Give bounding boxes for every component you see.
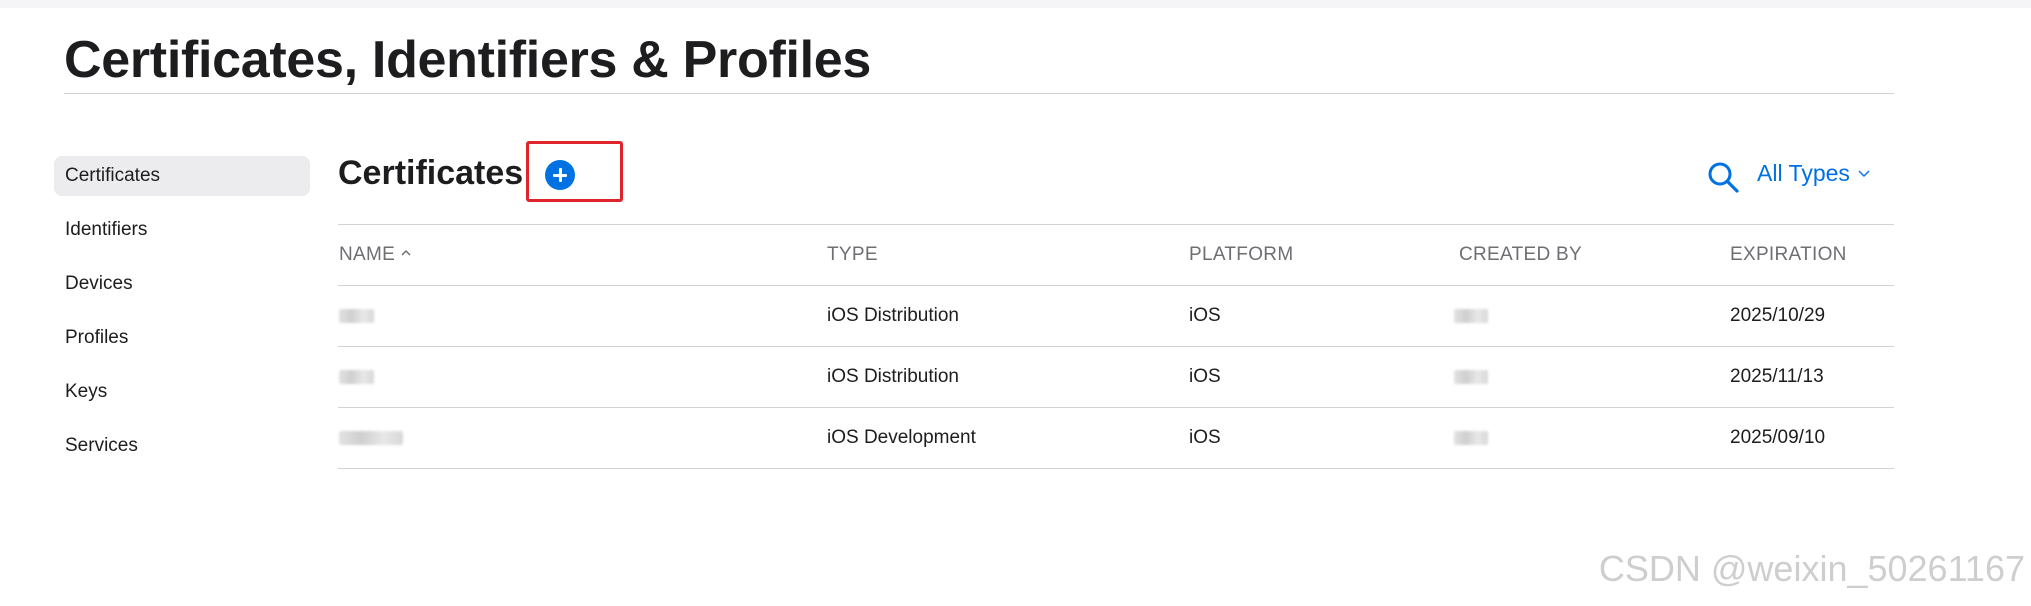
watermark: CSDN @weixin_50261167 — [1598, 548, 2025, 589]
certificate-created-by — [1454, 286, 1488, 346]
table-row[interactable]: iOS Distribution iOS 2025/10/29 — [338, 286, 1894, 347]
title-divider — [64, 93, 1894, 94]
certificate-type: iOS Development — [827, 427, 976, 448]
certificate-type: iOS Distribution — [827, 305, 959, 326]
sidebar: Certificates Identifiers Devices Profile… — [54, 156, 310, 480]
type-filter-label: All Types — [1757, 159, 1850, 186]
sidebar-item-keys[interactable]: Keys — [54, 372, 310, 412]
certificate-name — [339, 347, 374, 407]
column-header-expiration[interactable]: EXPIRATION — [1730, 225, 1847, 285]
sidebar-item-profiles[interactable]: Profiles — [54, 318, 310, 358]
column-header-platform[interactable]: PLATFORM — [1189, 225, 1293, 285]
sidebar-item-identifiers[interactable]: Identifiers — [54, 210, 310, 250]
redacted-text — [1454, 430, 1488, 445]
chevron-up-icon — [401, 250, 411, 257]
certificate-created-by — [1454, 347, 1488, 407]
certificate-name — [339, 286, 374, 346]
certificate-platform: iOS — [1189, 305, 1221, 326]
column-header-created-by[interactable]: CREATED BY — [1459, 225, 1582, 285]
table-header-row: NAME TYPE PLATFORM CREATED BY EXPIRATION — [338, 225, 1894, 286]
search-icon[interactable] — [1706, 160, 1740, 194]
sidebar-item-certificates[interactable]: Certificates — [54, 156, 310, 196]
certificate-expiration: 2025/10/29 — [1730, 305, 1826, 326]
certificate-created-by — [1454, 408, 1488, 468]
column-header-name[interactable]: NAME — [339, 225, 411, 285]
chevron-down-icon — [1858, 170, 1870, 177]
type-filter-dropdown[interactable]: All Types — [1757, 156, 1870, 190]
certificate-platform: iOS — [1189, 366, 1221, 387]
certificate-expiration: 2025/09/10 — [1730, 427, 1826, 448]
table-row[interactable]: iOS Distribution iOS 2025/11/13 — [338, 347, 1894, 408]
section-title: Certificates — [338, 154, 524, 192]
certificates-table: NAME TYPE PLATFORM CREATED BY EXPIRATION… — [338, 224, 1894, 469]
sidebar-item-devices[interactable]: Devices — [54, 264, 310, 304]
redacted-text — [339, 308, 374, 323]
page-title: Certificates, Identifiers & Profiles — [64, 31, 872, 89]
highlight-annotation — [526, 141, 623, 202]
sidebar-item-services[interactable]: Services — [54, 426, 310, 466]
top-strip — [0, 0, 2031, 8]
redacted-text — [339, 430, 403, 445]
certificate-type: iOS Distribution — [827, 366, 959, 387]
table-row[interactable]: iOS Development iOS 2025/09/10 — [338, 408, 1894, 469]
redacted-text — [339, 369, 374, 384]
certificate-name — [339, 408, 403, 468]
certificate-platform: iOS — [1189, 427, 1221, 448]
certificate-expiration: 2025/11/13 — [1730, 366, 1824, 387]
redacted-text — [1454, 369, 1488, 384]
redacted-text — [1454, 308, 1488, 323]
column-header-type[interactable]: TYPE — [827, 225, 878, 285]
